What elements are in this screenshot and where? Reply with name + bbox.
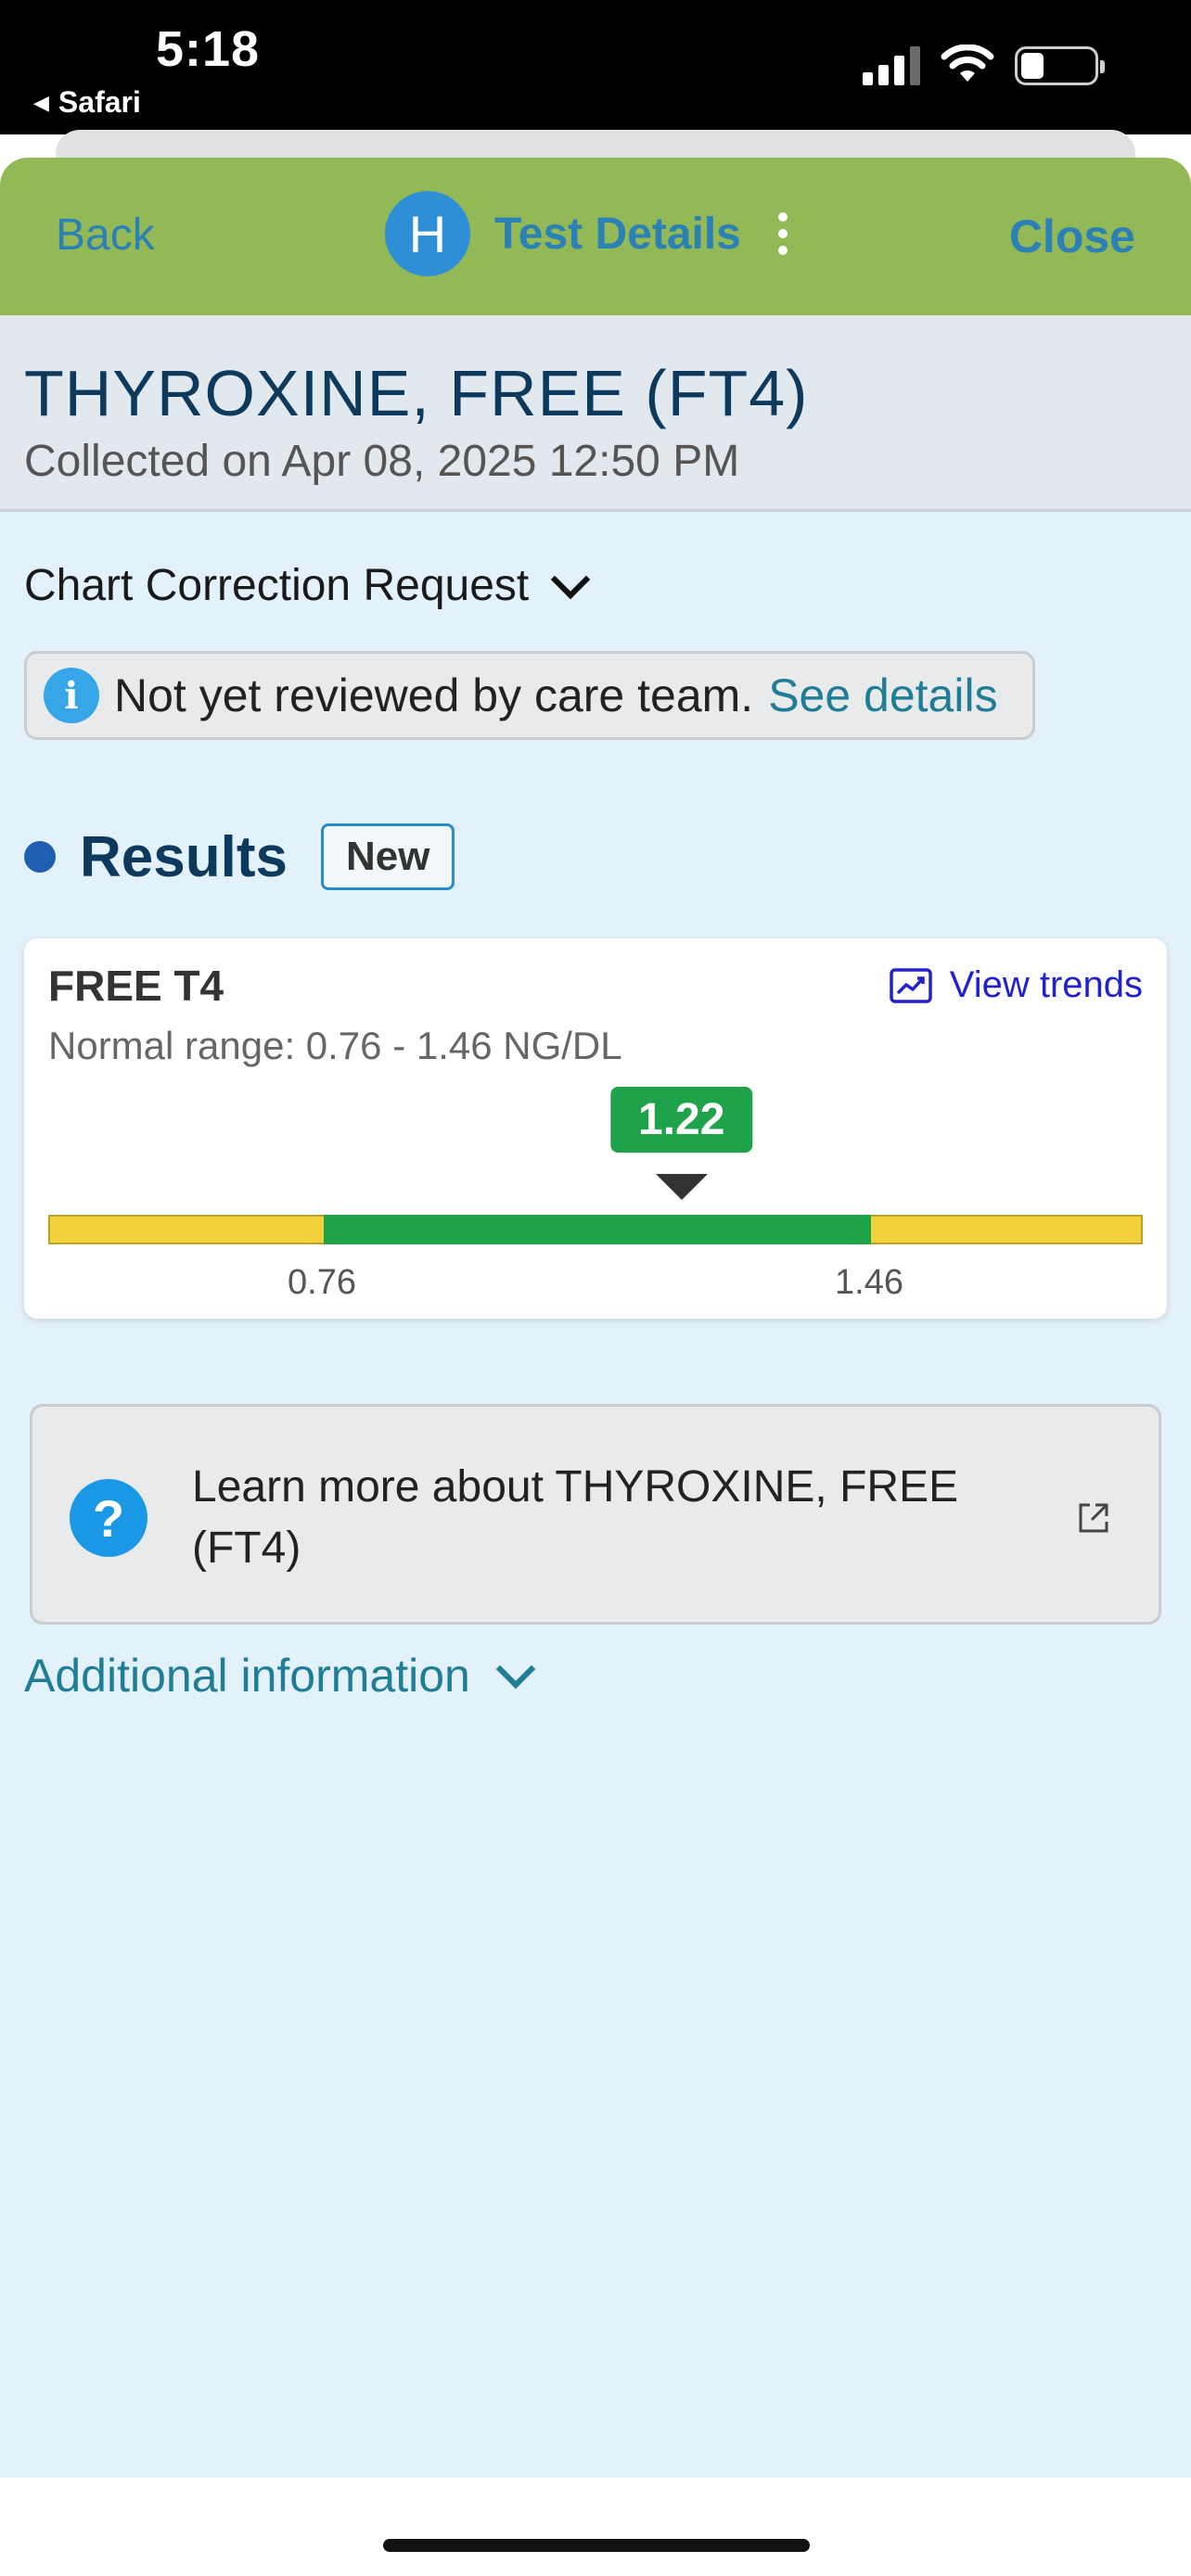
range-bar (48, 1215, 1143, 1244)
value-pointer-icon (655, 1174, 708, 1200)
navbar-center: H Test Details (385, 191, 788, 276)
screen: 5:18 ◀ Safari Back H Test Details Close … (0, 0, 1191, 2576)
results-heading: Results New (24, 823, 455, 890)
battery-fill (1021, 53, 1044, 79)
new-badge: New (320, 823, 455, 890)
avatar[interactable]: H (385, 191, 470, 276)
collected-date: Collected on Apr 08, 2025 12:50 PM (24, 437, 740, 486)
result-card: FREE T4 View trends Normal range: 0.76 -… (24, 938, 1167, 1319)
back-button[interactable]: Back (56, 210, 155, 261)
navbar-title: Test Details (494, 209, 741, 259)
result-value: 1.22 (609, 1087, 753, 1153)
view-trends-label: View trends (949, 964, 1143, 1005)
learn-more-text: Learn more about THYROXINE, FREE (FT4) (192, 1462, 959, 1573)
chevron-down-icon (551, 559, 591, 599)
wifi-icon (941, 45, 994, 82)
help-question-icon: ? (70, 1479, 147, 1557)
learn-more-button[interactable]: ? Learn more about THYROXINE, FREE (FT4) (30, 1404, 1161, 1625)
chart-correction-label: Chart Correction Request (24, 561, 530, 610)
more-options-icon[interactable] (777, 212, 788, 255)
additional-information-toggle[interactable]: Additional information (24, 1649, 536, 1702)
normal-range: Normal range: 0.76 - 1.46 NG/DL (48, 1024, 622, 1067)
high-limit-label: 1.46 (835, 1263, 903, 1302)
battery-icon (1015, 46, 1105, 85)
range-indicator: 1.22 0.76 1.46 (48, 1087, 1143, 1302)
app-navbar: Back H Test Details Close (0, 158, 1191, 315)
chevron-down-icon (495, 1649, 536, 1690)
component-name: FREE T4 (48, 962, 224, 1010)
test-header: THYROXINE, FREE (FT4) Collected on Apr 0… (0, 315, 1191, 512)
main-content: Chart Correction Request i Not yet revie… (0, 512, 1191, 2478)
results-dot-icon (24, 841, 56, 873)
back-triangle-icon: ◀ (33, 90, 49, 114)
status-time: 5:18 (156, 21, 261, 77)
home-area (0, 2478, 1191, 2576)
trend-chart-icon (889, 967, 932, 1003)
status-icons (863, 45, 1105, 85)
status-bar: 5:18 ◀ Safari (0, 0, 1191, 134)
home-indicator[interactable] (383, 2539, 810, 2552)
normal-range-segment (324, 1215, 871, 1244)
review-status-notice: i Not yet reviewed by care team. See det… (24, 651, 1035, 740)
info-icon: i (44, 668, 99, 723)
back-app-label: Safari (58, 85, 141, 119)
view-trends-link[interactable]: View trends (889, 964, 1143, 1006)
results-label: Results (80, 824, 288, 889)
see-details-link[interactable]: See details (768, 669, 997, 722)
chart-correction-request-toggle[interactable]: Chart Correction Request (24, 559, 591, 611)
close-button[interactable]: Close (1009, 210, 1135, 263)
page-title: THYROXINE, FREE (FT4) (24, 357, 809, 429)
low-limit-label: 0.76 (288, 1263, 356, 1302)
notice-text: Not yet reviewed by care team. (114, 670, 754, 721)
cellular-signal-icon (863, 45, 920, 85)
back-to-app-button[interactable]: ◀ Safari (33, 85, 141, 120)
additional-information-label: Additional information (24, 1650, 470, 1702)
external-link-icon (1079, 1503, 1108, 1533)
